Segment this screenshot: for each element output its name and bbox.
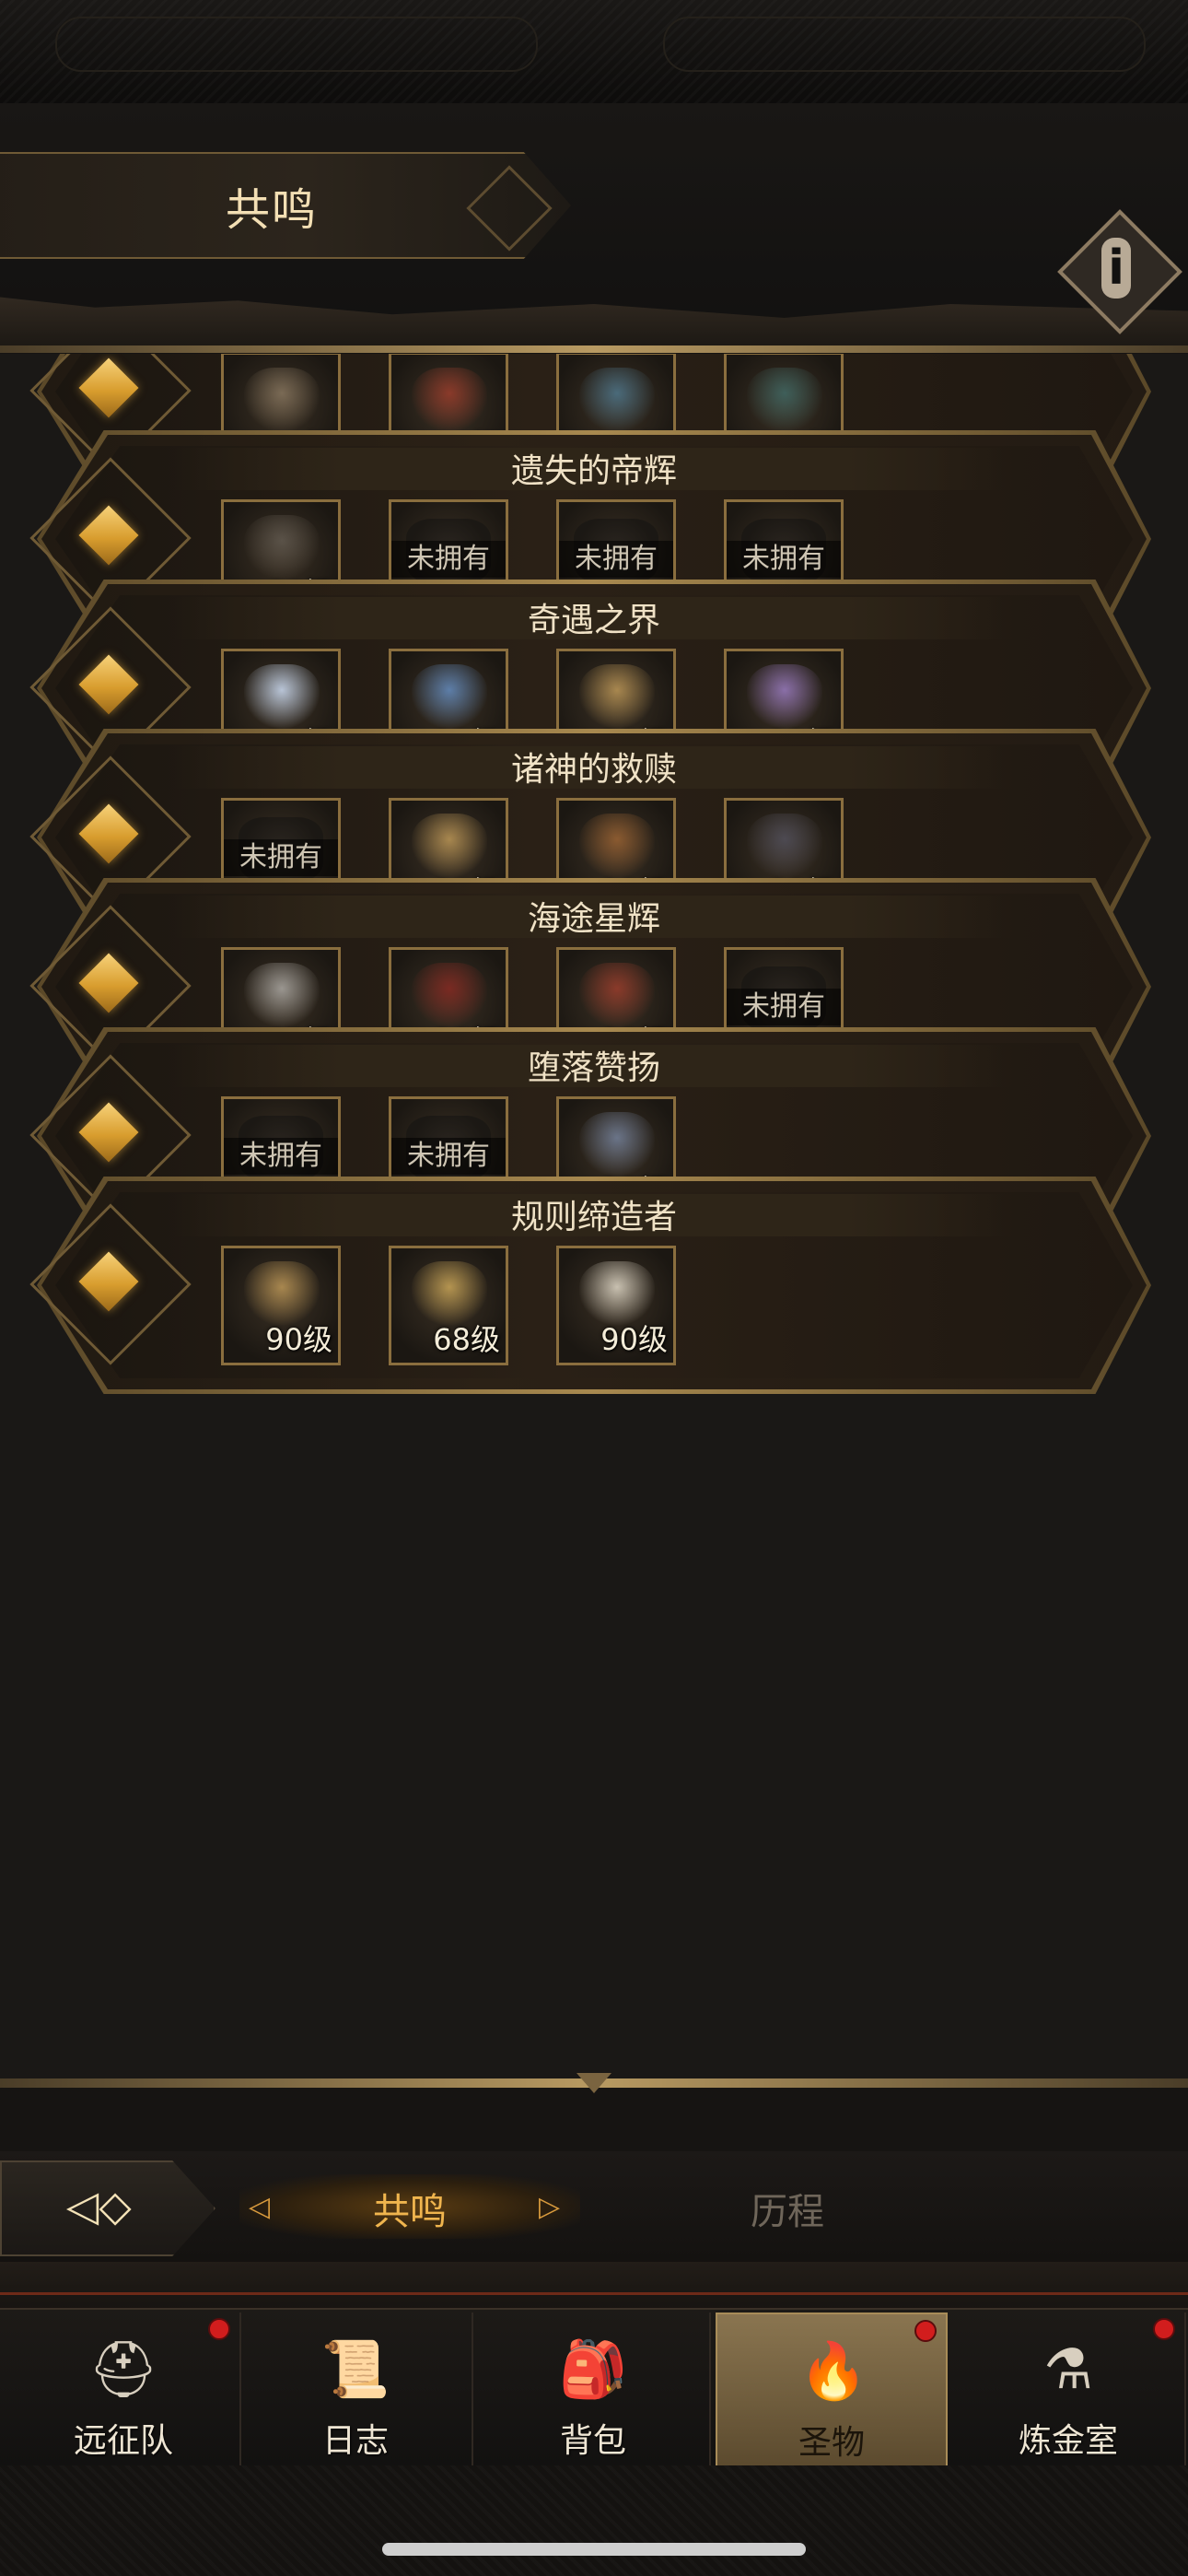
group-title: 遗失的帝辉 [510, 452, 677, 490]
page-title: 共鸣 [226, 184, 319, 236]
relic-slot[interactable]: 68级 [389, 1246, 508, 1365]
not-owned-label: 未拥有 [391, 541, 506, 578]
not-owned-label: 未拥有 [559, 541, 673, 578]
alchemy-icon: ⚗ [1043, 2337, 1093, 2402]
notification-badge [208, 2318, 230, 2340]
tab-history[interactable]: 历程 [608, 2182, 967, 2235]
scroll-icon: 📜 [320, 2337, 390, 2402]
relic-level: 90级 [600, 1322, 668, 1357]
group-title: 规则缔造者 [510, 1199, 677, 1236]
relic-slot[interactable]: 90级 [556, 1246, 676, 1365]
torch-icon: 🔥 [798, 2339, 868, 2404]
not-owned-label: 未拥有 [727, 989, 841, 1025]
top-ornament [0, 0, 1188, 105]
group-title: 海途星辉 [527, 900, 660, 938]
not-owned-label: 未拥有 [224, 839, 338, 876]
nav-item-label: 日志 [321, 2422, 389, 2460]
tab-resonance[interactable]: 共鸣 [239, 2182, 580, 2235]
bag-icon: 🎒 [558, 2337, 628, 2402]
info-icon[interactable]: i [1101, 238, 1131, 299]
nav-item[interactable]: ⚗ 炼金室 [952, 2313, 1186, 2469]
nav-item[interactable]: 🎒 背包 [477, 2313, 711, 2469]
resonance-list[interactable]: 43级90级40级40级遗失的帝辉66级未拥有未拥有未拥有奇遇之界34级38级3… [0, 354, 1188, 2084]
nav-item-label: 背包 [559, 2422, 626, 2460]
not-owned-label: 未拥有 [224, 1138, 338, 1175]
horned-helmet-icon: ⛑ [87, 2337, 159, 2402]
header-rim [0, 345, 1188, 353]
home-indicator[interactable] [382, 2543, 806, 2556]
ornament-scroll-right [663, 17, 1146, 72]
notification-badge [1153, 2318, 1175, 2340]
back-arrow-icon[interactable]: ◁◇ [66, 2184, 168, 2227]
bottom-ornament [0, 2262, 1188, 2310]
group-title: 堕落赞扬 [527, 1049, 660, 1087]
relic-slot[interactable]: 90级 [221, 1246, 341, 1365]
nav-item[interactable]: 🔥 圣物 [716, 2313, 948, 2469]
ornament-scroll-left [55, 17, 538, 72]
bottom-floor [0, 2465, 1188, 2576]
group-title: 诸神的救赎 [510, 751, 677, 789]
group-title: 奇遇之界 [527, 602, 660, 639]
nav-item[interactable]: 📜 日志 [239, 2313, 473, 2469]
relic-level: 90级 [265, 1322, 332, 1357]
not-owned-label: 未拥有 [391, 1138, 506, 1175]
nav-item-label: 圣物 [798, 2424, 865, 2462]
bottom-ornament-line [0, 2292, 1188, 2295]
relic-group[interactable]: 规则缔造者 90级 68级 90级 [0, 1177, 1188, 1394]
nav-item[interactable]: ⛑ 远征队 [7, 2313, 241, 2469]
nav-item-label: 远征队 [73, 2422, 173, 2460]
not-owned-label: 未拥有 [727, 541, 841, 578]
notification-badge [914, 2320, 937, 2342]
nav-item-label: 炼金室 [1018, 2422, 1118, 2460]
relic-level: 68级 [433, 1322, 500, 1357]
